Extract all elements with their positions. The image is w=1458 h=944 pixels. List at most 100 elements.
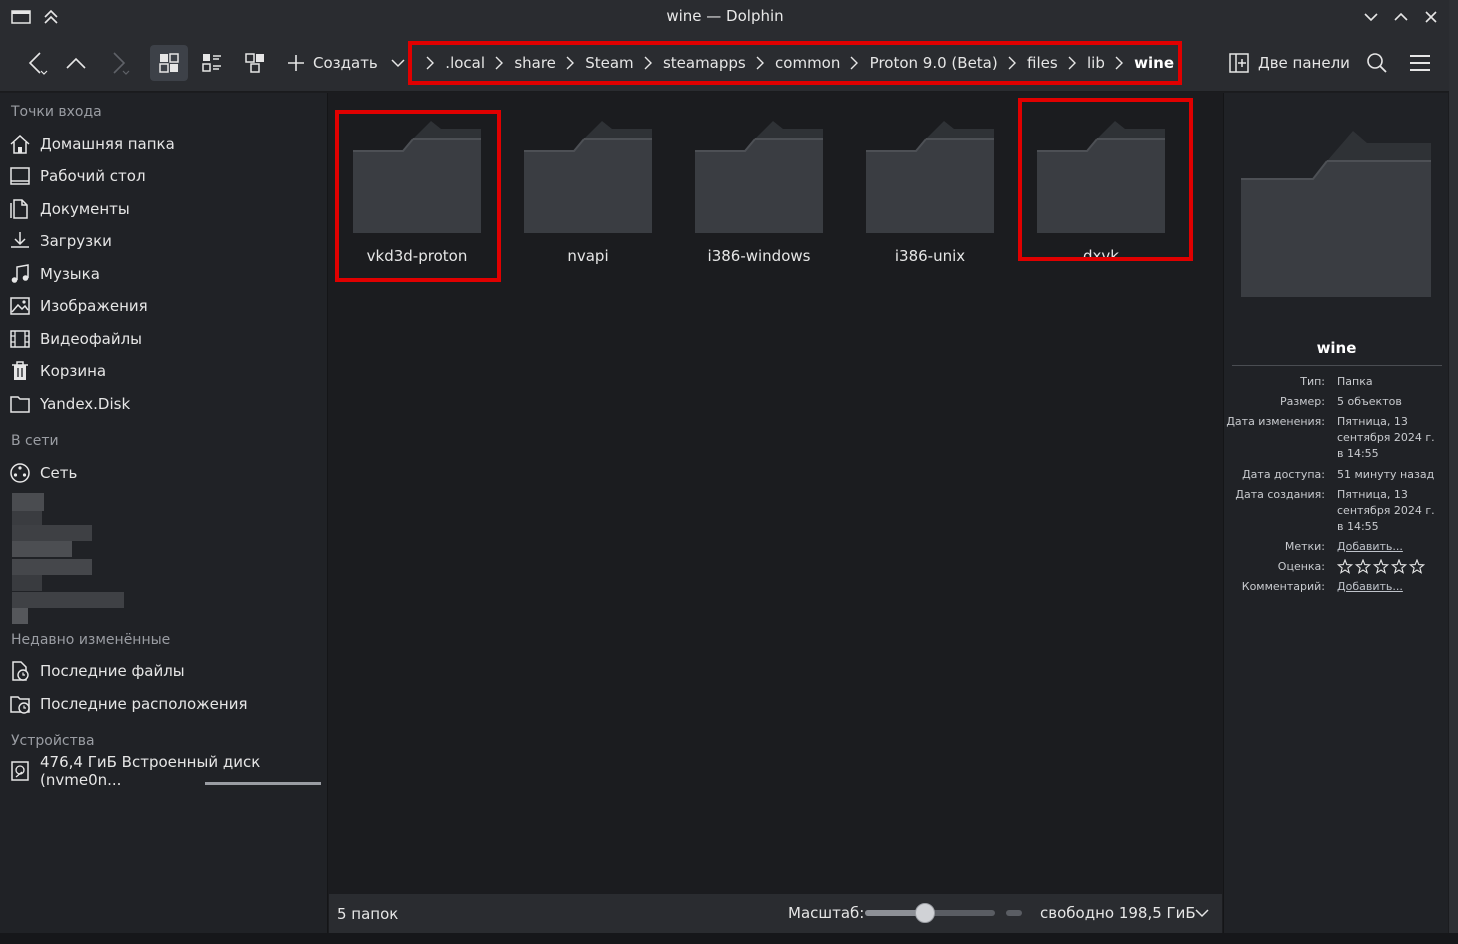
info-value: 5 объектов [1337,395,1402,408]
sidebar-item-label: Последние файлы [40,662,185,680]
breadcrumb-item[interactable]: Proton 9.0 (Beta) [870,54,998,72]
redacted-entry [12,493,44,511]
sidebar-item-videos[interactable]: Видеофайлы [8,325,324,353]
star-icon[interactable] [1354,558,1372,574]
dual-panel-button[interactable]: Две панели [1228,45,1350,81]
sidebar-item-trash[interactable]: Корзина [8,357,324,385]
recent-files-icon [8,659,32,683]
sidebar-item-recent-locations[interactable]: Последние расположения [8,690,324,718]
add-comment-link[interactable]: Добавить... [1337,579,1441,595]
folder-item[interactable]: nvapi [518,111,658,276]
details-view-button[interactable] [236,45,274,81]
sidebar-item-label: Видеофайлы [40,330,143,348]
taskbar-edge [0,933,1458,944]
forward-button[interactable] [100,45,136,81]
redacted-entry [12,541,72,557]
breadcrumb-item[interactable]: share [514,54,556,72]
sidebar-item-recent-files[interactable]: Последние файлы [8,657,324,685]
section-heading-devices: Устройства [11,733,95,749]
chevron-right-icon[interactable] [644,56,653,70]
minimize-icon[interactable] [1360,0,1382,34]
close-icon[interactable] [1420,0,1442,34]
up-button[interactable] [58,45,94,81]
compact-view-button[interactable] [193,45,231,81]
folder-preview-icon [1241,131,1431,297]
rating-stars[interactable] [1336,558,1441,580]
folder-name: i386-unix [894,247,966,265]
create-button[interactable]: Создать [286,45,405,81]
chevron-right-icon[interactable] [1115,56,1124,70]
sidebar-item-home[interactable]: Домашняя папка [8,130,324,158]
status-bar: 5 папок Масштаб: свободно 198,5 ГиБ [329,894,1222,933]
info-key: Оценка: [1277,560,1325,573]
chevron-down-icon[interactable] [1195,908,1209,918]
title-bar: wine — Dolphin [0,0,1450,34]
divider [1232,365,1442,366]
chevron-right-icon[interactable] [1068,56,1077,70]
star-icon[interactable] [1390,558,1408,574]
section-heading-places: Точки входа [11,104,102,120]
image-icon [8,294,32,318]
star-icon[interactable] [1408,558,1426,574]
chevron-right-icon[interactable] [756,56,765,70]
chevron-right-icon[interactable] [426,56,435,70]
free-space: свободно 198,5 ГиБ [1040,904,1196,922]
info-value: Пятница, 13 сентября 2024 г. в 14:55 [1337,488,1435,533]
folder-item[interactable]: i386-unix [860,111,1000,276]
breadcrumb-item[interactable]: Steam [585,54,633,72]
redacted-entry [12,511,42,525]
download-icon [8,229,32,253]
redacted-entry [12,559,92,575]
hamburger-menu-button[interactable] [1403,45,1437,81]
split-view-icon [1229,53,1249,73]
folder-icon [695,121,823,233]
sidebar-item-label: Корзина [40,362,107,380]
sidebar-item-yandex-disk[interactable]: Yandex.Disk [8,390,324,418]
item-count: 5 папок [337,905,399,923]
zoom-label: Масштаб: [788,904,865,922]
chevron-right-icon[interactable] [1008,56,1017,70]
sidebar-item-documents[interactable]: Документы [8,195,324,223]
sidebar-item-pictures[interactable]: Изображения [8,292,324,320]
sidebar-item-music[interactable]: Музыка [8,260,324,288]
plus-icon [288,55,304,71]
chevron-down-icon [391,59,405,68]
places-panel: Точки входа Домашняя папка Рабочий стол … [0,93,328,933]
star-icon[interactable] [1336,558,1354,574]
star-icon[interactable] [1372,558,1390,574]
redacted-entry [12,608,28,624]
music-icon [8,262,32,286]
folder-item[interactable]: i386-windows [689,111,829,276]
breadcrumb-item[interactable]: common [775,54,840,72]
chevron-right-icon[interactable] [566,56,575,70]
icons-view-button[interactable] [150,45,188,81]
breadcrumb-item[interactable]: .local [445,54,485,72]
chevron-right-icon[interactable] [495,56,504,70]
file-view: vkd3d-proton nvapi i386-windows i386-uni… [329,93,1222,893]
sidebar-item-drive[interactable]: 476,4 ГиБ Встроенный диск (nvme0n... [8,753,324,789]
zoom-slider-handle[interactable] [914,903,935,923]
add-tags-link[interactable]: Добавить... [1337,539,1441,555]
breadcrumb-current[interactable]: wine [1134,54,1174,72]
info-key: Дата создания: [1235,488,1325,501]
hamburger-icon [1410,55,1430,71]
drive-icon [8,759,32,783]
breadcrumb-item[interactable]: steamapps [663,54,746,72]
sidebar-item-network[interactable]: Сеть [8,459,324,487]
trash-icon [8,359,32,383]
drive-capacity-bar [205,782,321,785]
maximize-icon[interactable] [1390,0,1412,34]
chevron-right-icon[interactable] [850,56,859,70]
breadcrumb-item[interactable]: files [1027,54,1058,72]
sidebar-item-desktop[interactable]: Рабочий стол [8,162,324,190]
zoom-slider[interactable] [865,903,995,923]
info-key: Размер: [1280,395,1325,408]
window-title: wine — Dolphin [666,7,784,25]
sidebar-item-downloads[interactable]: Загрузки [8,227,324,255]
search-button[interactable] [1360,45,1394,81]
desktop-icon [8,164,32,188]
background-window-edge [1449,0,1458,944]
back-button[interactable] [18,45,54,81]
info-title: wine [1316,339,1357,357]
breadcrumb-item[interactable]: lib [1087,54,1105,72]
